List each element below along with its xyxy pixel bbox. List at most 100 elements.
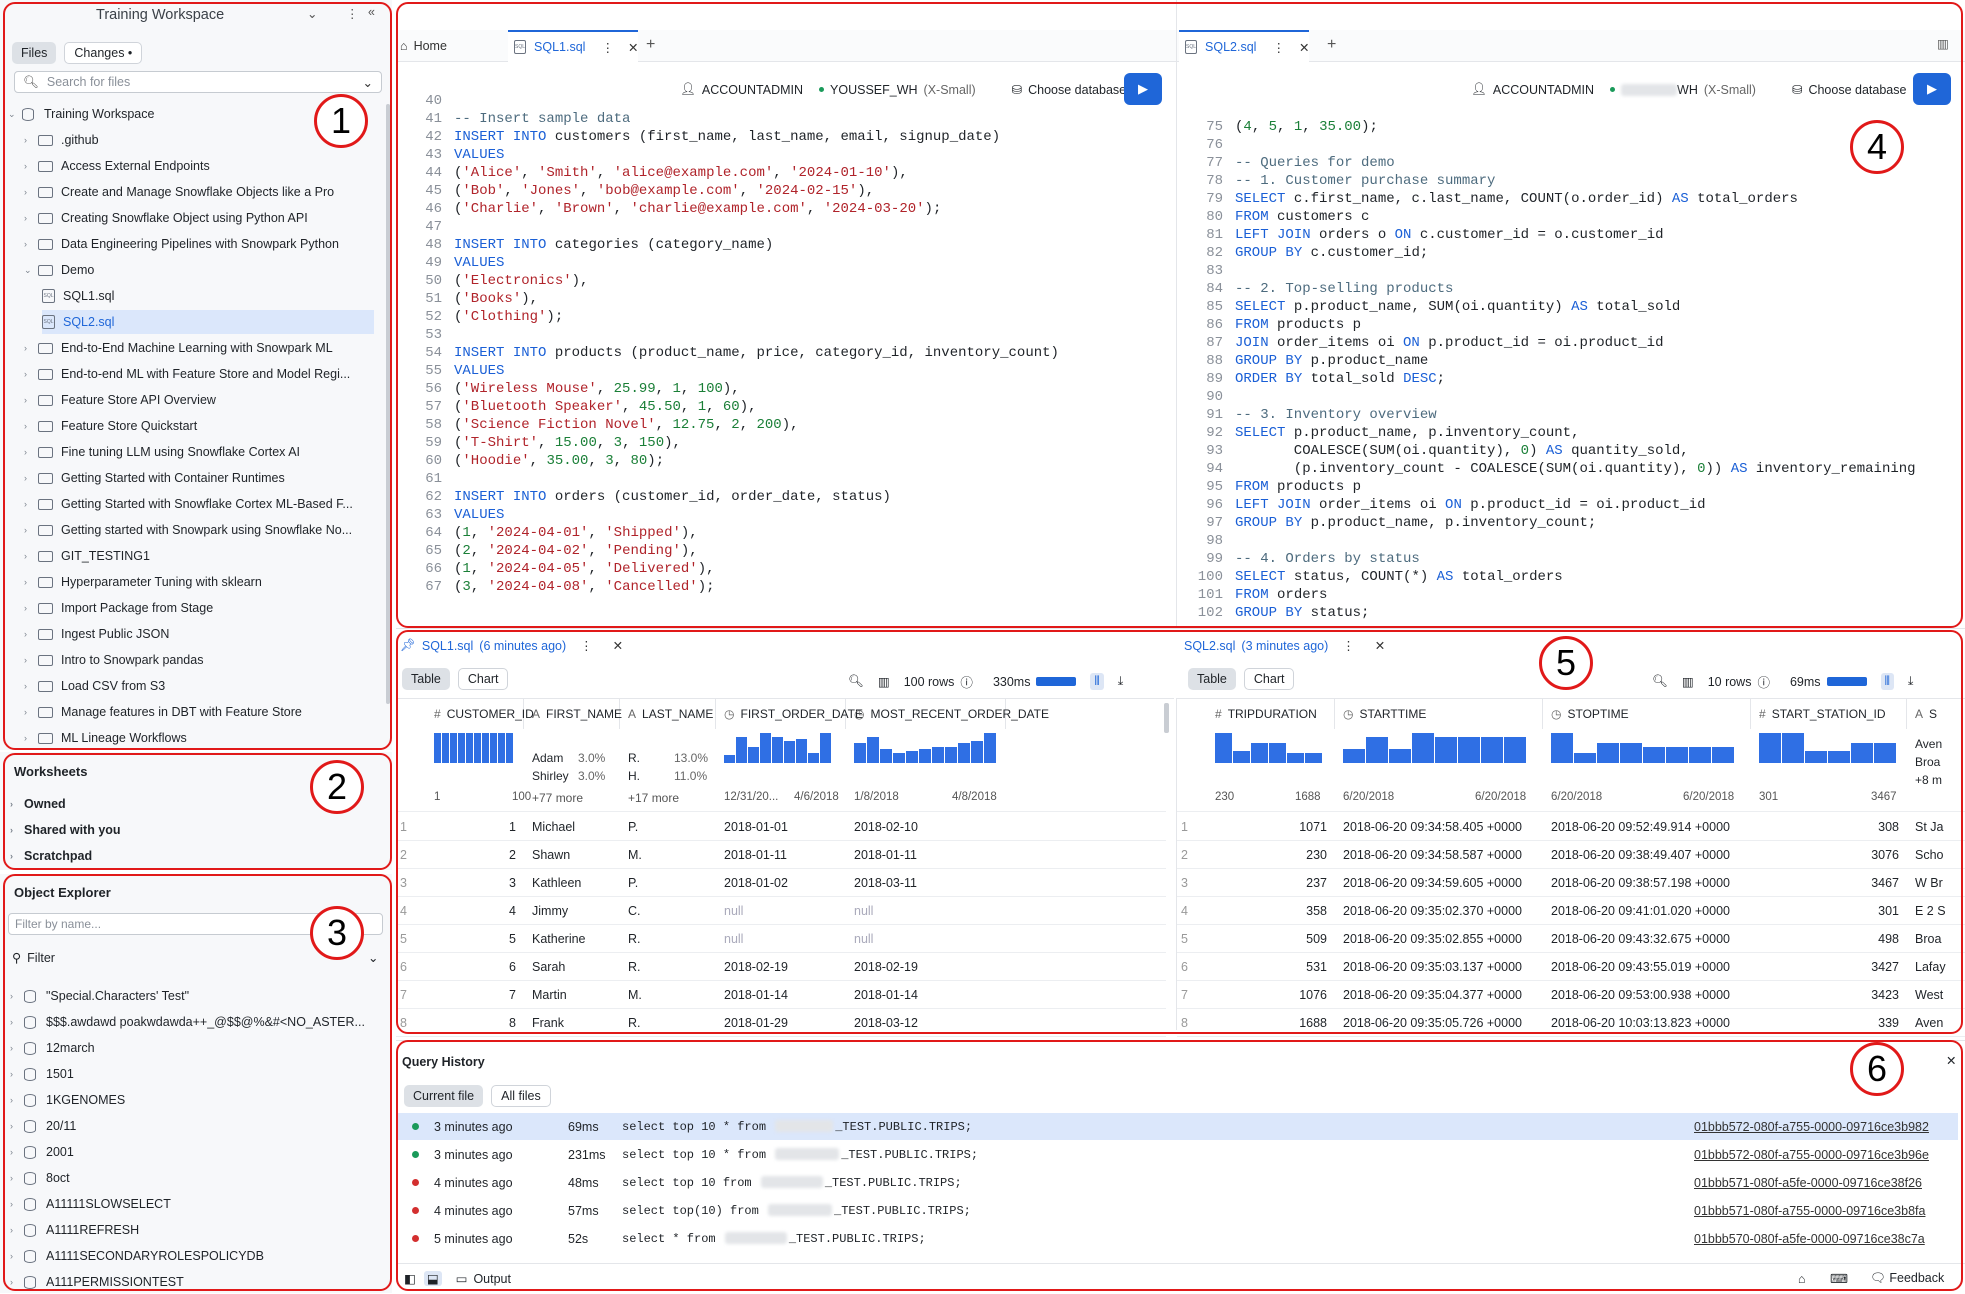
database-item[interactable]: › 12march <box>10 1036 95 1060</box>
database-item[interactable]: › A1111REFRESH <box>10 1218 139 1242</box>
add-tab-icon[interactable]: + <box>646 36 655 54</box>
columns-icon[interactable]: ▥ <box>878 674 890 689</box>
columns-icon[interactable]: ▥ <box>1682 674 1694 689</box>
tree-folder[interactable]: › End-to-End Machine Learning with Snowpa… <box>24 336 333 360</box>
role-selector[interactable]: ACCOUNTADMIN <box>1493 83 1594 97</box>
query-id-link[interactable]: 01bbb570-080f-a5fe-0000-09716ce38c7a <box>1694 1232 1925 1246</box>
view-chart[interactable]: Chart <box>1243 668 1295 690</box>
worksheet-group[interactable]: › Shared with you <box>10 818 121 842</box>
column-header[interactable]: AS <box>1907 699 1965 729</box>
warehouse-selector[interactable]: WH <box>1677 83 1698 97</box>
scrollbar[interactable] <box>386 104 390 704</box>
run-button[interactable]: ▶ <box>1913 73 1951 105</box>
close-icon[interactable]: ✕ <box>613 638 623 653</box>
column-header[interactable]: # CUSTOMER_ID <box>426 699 534 729</box>
tree-folder[interactable]: › Create and Manage Snowflake Objects lik… <box>24 180 334 204</box>
tree-folder[interactable]: ⌄ Demo <box>24 258 94 282</box>
feedback-button[interactable]: 🗨︎ Feedback <box>1870 1271 1944 1286</box>
tree-folder[interactable]: › Getting Started with Container Runtimes <box>24 466 285 490</box>
column-header[interactable]: # TRIPDURATION <box>1207 699 1335 729</box>
history-row[interactable]: 3 minutes ago 69ms select top 10 * from _T… <box>398 1113 1958 1140</box>
column-header[interactable]: ◷ MOST_RECENT_ORDER_DATE <box>846 699 1049 729</box>
view-table[interactable]: Table <box>402 668 450 690</box>
close-icon[interactable]: ✕ <box>628 40 638 55</box>
tab-home[interactable]: ⌂ Home <box>400 30 447 62</box>
code-editor[interactable]: 75 (4, 5, 1, 35.00); 76 77 -- Queries for de… <box>1177 118 1916 622</box>
query-id-link[interactable]: 01bbb571-080f-a5fe-0000-09716ce38f26 <box>1694 1176 1922 1190</box>
layout-icon[interactable]: ▥ <box>1937 36 1949 51</box>
result-tab-sql2[interactable]: SQL2.sql (3 minutes ago) ⋮ ✕ <box>1184 638 1385 654</box>
database-item[interactable]: › 1501 <box>10 1062 74 1086</box>
view-table[interactable]: Table <box>1188 668 1236 690</box>
tree-file[interactable]: SQL SQL2.sql <box>42 310 374 334</box>
download-icon[interactable]: ⤓ <box>1908 674 1914 689</box>
tree-folder[interactable]: › Getting Started with Snowflake Cortex M… <box>24 492 353 516</box>
tab-changes[interactable]: Changes • <box>64 42 143 64</box>
tree-root[interactable]: ⌄ Training Workspace <box>8 102 154 126</box>
tree-folder[interactable]: › Feature Store Quickstart <box>24 414 197 438</box>
result-tab-sql1[interactable]: 📌︎ SQL1.sql (6 minutes ago) ⋮ ✕ <box>400 638 623 653</box>
collapse-icon[interactable]: « <box>368 5 375 19</box>
file-search[interactable]: 🔍︎ Search for files ⌄ <box>14 71 382 93</box>
tree-folder[interactable]: › .github <box>24 128 99 152</box>
tree-folder[interactable]: › Hyperparameter Tuning with sklearn <box>24 570 262 594</box>
chevron-down-icon[interactable]: ⌄ <box>363 75 373 90</box>
keyboard-icon[interactable]: ⌨ <box>1830 1271 1848 1286</box>
add-tab-icon[interactable]: + <box>1327 36 1336 54</box>
tree-folder[interactable]: › GIT_TESTING1 <box>24 544 150 568</box>
filter-all-files[interactable]: All files <box>491 1085 551 1107</box>
tab-files[interactable]: Files <box>12 42 57 64</box>
pin-icon[interactable]: 📌︎ <box>400 638 416 653</box>
tab-sql2[interactable]: SQL SQL2.sql ⋮ ✕ <box>1179 30 1309 62</box>
search-icon[interactable]: 🔍︎ <box>1652 674 1668 689</box>
history-row[interactable]: 4 minutes ago 48ms select top 10 from _TES… <box>398 1169 1958 1196</box>
tree-folder[interactable]: › Ingest Public JSON <box>24 622 169 646</box>
tree-folder[interactable]: › Access External Endpoints <box>24 154 210 178</box>
database-item[interactable]: › 1KGENOMES <box>10 1088 125 1112</box>
column-header[interactable]: # START_STATION_ID <box>1751 699 1907 729</box>
database-item[interactable]: › "Special.Characters' Test" <box>10 984 189 1008</box>
column-header[interactable]: ◷ FIRST_ORDER_DATE <box>716 699 863 729</box>
tree-folder[interactable]: › Import Package from Stage <box>24 596 213 620</box>
more-icon[interactable]: ⋮ <box>580 638 593 653</box>
tab-sql1[interactable]: SQL SQL1.sql ⋮ ✕ <box>508 30 638 62</box>
database-item[interactable]: › $$$.awdawd poakwdawda++_@$$@%&#<NO_ASTE… <box>10 1010 365 1034</box>
tree-folder[interactable]: › ML Lineage Workflows <box>24 726 187 750</box>
panel-toggle-icon[interactable]: ⬓ <box>423 1271 442 1286</box>
output-button[interactable]: Output <box>473 1272 511 1286</box>
view-chart[interactable]: Chart <box>457 668 509 690</box>
close-icon[interactable]: ✕ <box>1299 40 1309 55</box>
stats-toggle-icon[interactable]: ⫴ <box>1880 673 1894 690</box>
tree-folder[interactable]: › End-to-end ML with Feature Store and Mo… <box>24 362 350 386</box>
tree-folder[interactable]: › Load CSV from S3 <box>24 674 165 698</box>
tree-folder[interactable]: › Creating Snowflake Object using Python … <box>24 206 308 230</box>
search-input[interactable]: Search for files <box>47 75 130 89</box>
database-item[interactable]: › 2001 <box>10 1140 74 1164</box>
tree-folder[interactable]: › Getting started with Snowpark using Sno… <box>24 518 352 542</box>
database-item[interactable]: › A1111SECONDARYROLESPOLICYDB <box>10 1244 264 1268</box>
close-icon[interactable]: ✕ <box>1375 638 1385 653</box>
more-icon[interactable]: ⋮ <box>601 40 614 55</box>
stats-toggle-icon[interactable]: ⫴ <box>1090 673 1104 690</box>
history-row[interactable]: 4 minutes ago 57ms select top(10) from _TE… <box>398 1197 1958 1224</box>
download-icon[interactable]: ⤓ <box>1118 674 1124 689</box>
code-editor[interactable]: 40 41 -- Insert sample data 42 INSERT INTO c… <box>396 92 1059 596</box>
column-header[interactable]: A LAST_NAME <box>620 699 716 729</box>
filter-button[interactable]: ⚲ Filter <box>12 950 55 966</box>
database-item[interactable]: › 8oct <box>10 1166 70 1190</box>
run-button[interactable]: ▶ <box>1124 73 1162 105</box>
home-icon[interactable]: ⌂ <box>1798 1272 1806 1286</box>
sidebar-toggle-icon[interactable]: ◧ <box>404 1271 416 1286</box>
database-item[interactable]: › 20/11 <box>10 1114 76 1138</box>
more-icon[interactable]: ⋮ <box>346 6 359 21</box>
query-id-link[interactable]: 01bbb572-080f-a755-0000-09716ce3b96e <box>1694 1148 1929 1162</box>
column-header[interactable]: ◷ STOPTIME <box>1543 699 1751 729</box>
more-icon[interactable]: ⋮ <box>1342 638 1355 653</box>
search-icon[interactable]: 🔍︎ <box>848 674 864 689</box>
query-id-link[interactable]: 01bbb572-080f-a755-0000-09716ce3b982 <box>1694 1120 1929 1134</box>
database-item[interactable]: › A111PERMISSIONTEST <box>10 1270 184 1294</box>
worksheet-group[interactable]: › Scratchpad <box>10 844 92 868</box>
tree-folder[interactable]: › Intro to Snowpark pandas <box>24 648 203 672</box>
column-header[interactable]: A FIRST_NAME <box>524 699 622 729</box>
database-selector[interactable]: Choose database <box>1808 83 1906 97</box>
